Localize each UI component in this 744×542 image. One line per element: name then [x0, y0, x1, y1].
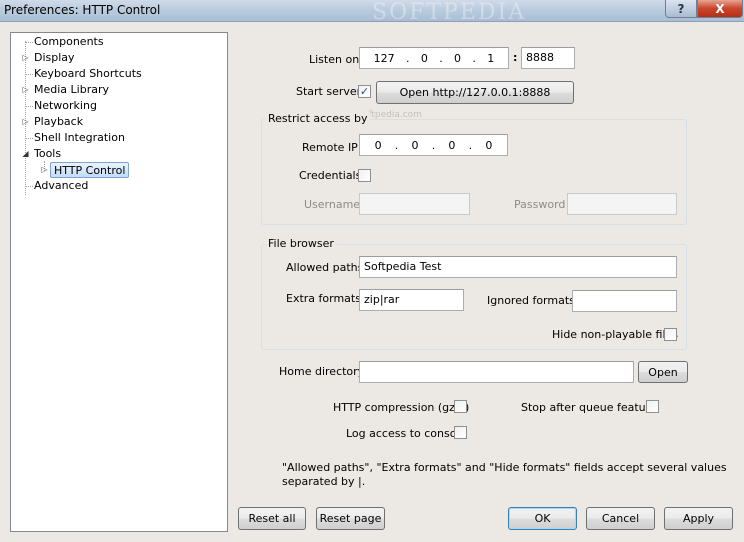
- help-note-line: "Allowed paths", "Extra formats" and "Hi…: [282, 461, 727, 474]
- ip-octet: 0: [374, 138, 382, 152]
- ignored-formats-field[interactable]: [572, 290, 677, 312]
- apply-button[interactable]: Apply: [664, 507, 733, 530]
- credentials-checkbox[interactable]: [358, 169, 371, 182]
- tree-item-advanced[interactable]: Advanced: [34, 178, 88, 194]
- tree-item-keyboard-shortcuts[interactable]: Keyboard Shortcuts: [34, 66, 142, 82]
- ip-octet: 0: [448, 138, 456, 152]
- tree-item-tools[interactable]: Tools: [34, 146, 61, 162]
- password-label: Password: [514, 198, 566, 211]
- expand-arrow-icon[interactable]: ▷: [21, 53, 30, 62]
- extra-formats-field[interactable]: zip|rar: [359, 289, 464, 311]
- cancel-button[interactable]: Cancel: [586, 507, 655, 530]
- help-note: "Allowed paths", "Extra formats" and "Hi…: [282, 461, 727, 489]
- tree-connector: [25, 74, 33, 75]
- remote-ip-label: Remote IP: [302, 141, 358, 154]
- expand-arrow-icon[interactable]: ▷: [40, 165, 49, 174]
- ip-octet: 1: [487, 51, 495, 65]
- listen-ip-field[interactable]: 127. 0. 0. 1: [359, 47, 509, 69]
- extra-formats-label: Extra formats: [286, 292, 361, 305]
- hide-non-playable-checkbox[interactable]: [664, 328, 677, 341]
- tree-item-playback[interactable]: Playback: [34, 114, 83, 130]
- expand-arrow-icon[interactable]: ▷: [21, 117, 30, 126]
- tree-connector: [25, 42, 33, 43]
- tree-item-components[interactable]: Components: [34, 34, 104, 50]
- preferences-tree[interactable]: Components ▷ Display Keyboard Shortcuts …: [10, 32, 228, 532]
- ok-button[interactable]: OK: [508, 507, 577, 530]
- http-compression-label: HTTP compression (gzip): [333, 401, 470, 414]
- ip-octet: 0: [420, 51, 428, 65]
- ip-octet: 0: [454, 51, 462, 65]
- port-field[interactable]: 8888: [521, 47, 575, 69]
- allowed-paths-label: Allowed paths: [286, 261, 364, 274]
- stop-after-queue-label: Stop after queue feature: [521, 401, 657, 414]
- hide-non-playable-label: Hide non-playable files: [552, 328, 679, 341]
- credentials-label: Credentials: [299, 169, 362, 182]
- username-field[interactable]: [359, 193, 470, 215]
- tree-connector: [25, 106, 33, 107]
- tree-item-shell-integration[interactable]: Shell Integration: [34, 130, 125, 146]
- ip-octet: 127: [373, 51, 395, 65]
- start-server-checkbox[interactable]: ✓: [358, 85, 371, 98]
- title-bar: Preferences: HTTP Control SOFTPEDIA ? X: [0, 0, 744, 25]
- home-directory-open-button[interactable]: Open: [638, 361, 688, 383]
- collapse-arrow-icon[interactable]: ◢: [21, 149, 30, 158]
- username-label: Username: [304, 198, 361, 211]
- window-title: Preferences: HTTP Control: [4, 3, 161, 17]
- tree-item-display[interactable]: Display: [34, 50, 75, 66]
- port-separator: :: [513, 51, 518, 64]
- ip-octet: 0: [485, 138, 493, 152]
- expand-arrow-icon[interactable]: ▷: [21, 85, 30, 94]
- listen-on-label: Listen on: [309, 53, 360, 66]
- home-directory-field[interactable]: [359, 361, 634, 383]
- tree-item-networking[interactable]: Networking: [34, 98, 97, 114]
- close-button[interactable]: X: [697, 0, 743, 18]
- remote-ip-field[interactable]: 0. 0. 0. 0: [359, 134, 508, 156]
- tree-connector: [25, 186, 33, 187]
- http-compression-checkbox[interactable]: [454, 400, 467, 413]
- password-field[interactable]: [567, 193, 677, 215]
- start-server-label: Start server: [296, 85, 362, 98]
- help-button[interactable]: ?: [665, 0, 697, 18]
- ignored-formats-label: Ignored formats: [487, 294, 575, 307]
- log-access-checkbox[interactable]: [454, 426, 467, 439]
- tree-connector: [25, 138, 33, 139]
- log-access-label: Log access to console: [346, 427, 467, 440]
- tree-item-media-library[interactable]: Media Library: [34, 82, 109, 98]
- home-directory-label: Home directory: [279, 365, 365, 378]
- tree-item-http-control[interactable]: HTTP Control: [50, 162, 130, 178]
- reset-page-button[interactable]: Reset page: [316, 507, 385, 530]
- file-browser-title: File browser: [265, 237, 337, 250]
- stop-after-queue-checkbox[interactable]: [646, 400, 659, 413]
- allowed-paths-field[interactable]: Softpedia Test: [359, 256, 677, 278]
- open-server-url-button[interactable]: Open http://127.0.0.1:8888: [376, 81, 574, 104]
- ip-octet: 0: [411, 138, 419, 152]
- restrict-access-title: Restrict access by: [265, 112, 371, 125]
- help-note-line: separated by |.: [282, 475, 366, 488]
- reset-all-button[interactable]: Reset all: [238, 507, 306, 530]
